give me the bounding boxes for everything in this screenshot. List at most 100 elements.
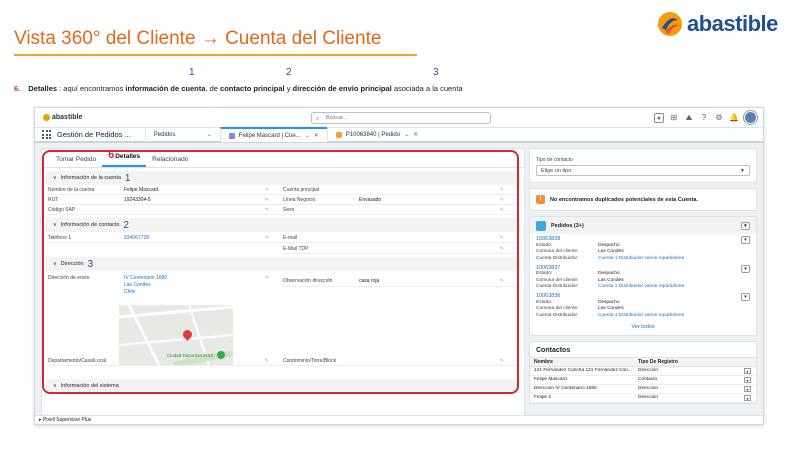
nav-tab-label: Pedidos: [153, 131, 176, 138]
orders-icon: [536, 220, 546, 231]
contact-name[interactable]: 121 Fernández Concha 121 Fernández Con..…: [530, 368, 634, 373]
distributor-link[interactable]: Cuenta 1 Distribuidor varios repartidore…: [598, 284, 684, 289]
right-sidebar: Tipo de contacto Elige un tipo ▼ ! No enco…: [529, 148, 757, 409]
table-row: Felipe Mascard Contacto ▾: [530, 376, 756, 385]
field-label: Cuenta Distribuidor:: [536, 284, 579, 290]
contact-type: Direccion: [638, 386, 658, 391]
field-label: Estado:: [536, 271, 553, 277]
chevron-down-icon[interactable]: ▾: [744, 394, 751, 401]
chevron-down-icon[interactable]: ⌄: [207, 131, 212, 138]
top-bar: abastible ⌕ Buscar... ★ ⊞ ⛰ ? ⚙ 🔔: [35, 108, 763, 128]
nav-bar: Gestión de Pedidos ... Pedidos ⌄ Felipe M…: [35, 127, 763, 143]
order-status: Despacho: [598, 271, 620, 277]
list-item: 10063836 Estado: Despacho Comuna del clie…: [530, 291, 756, 320]
nav-tab-label: P10063840 | Pedido: [345, 131, 401, 138]
list-item: 10063837 Estado: Despacho Comuna del clie…: [530, 263, 756, 292]
app-brand[interactable]: abastible: [43, 114, 82, 121]
field-label: Cuenta Distribuidor:: [536, 255, 579, 261]
chevron-down-icon[interactable]: ▾: [741, 236, 750, 244]
contactos-card: Contactos Nombre Tipo De Registro 121 Fe…: [529, 340, 757, 404]
logo-text: abastible: [687, 11, 778, 36]
field-label: Comuna del cliente:: [536, 306, 579, 312]
slide-title: Vista 360° del Cliente → Cuenta del Clie…: [14, 28, 382, 49]
warning-icon: !: [536, 195, 545, 204]
order-status: Despacho: [598, 299, 620, 305]
contact-type: Contacto: [638, 377, 658, 382]
distributor-link[interactable]: Cuenta 1 Distribuidor varios repartidore…: [598, 313, 684, 318]
desc-detalles: Detalles: [28, 84, 58, 93]
slide-description: 6. Detalles : aquí encontramos informació…: [14, 84, 463, 93]
utility-label[interactable]: Pixell Supervisor Plus: [43, 417, 91, 423]
gear-icon[interactable]: ⚙: [714, 113, 724, 123]
duplicates-card: ! No encontramos duplicados potenciales d…: [529, 188, 757, 211]
nav-tab-order[interactable]: P10063840 | Pedido ⌄ ✕: [326, 127, 426, 142]
favorites-icon[interactable]: ★: [654, 112, 664, 123]
title-underline: [14, 54, 417, 56]
chevron-down-icon[interactable]: ▾: [744, 376, 751, 383]
toolbar-icons: ★ ⊞ ⛰ ? ⚙ 🔔: [654, 111, 757, 124]
chevron-down-icon[interactable]: ▾: [741, 293, 750, 301]
utility-bar: ▸ Pixell Supervisor Plus: [35, 415, 763, 424]
desc-text: : aquí encontramos: [57, 84, 126, 93]
table-row: 121 Fernández Concha 121 Fernández Con..…: [530, 367, 756, 376]
order-icon: [335, 131, 342, 138]
desc-text: asociada a la cuenta: [391, 84, 463, 93]
bell-icon[interactable]: 🔔: [729, 113, 739, 123]
chevron-down-icon[interactable]: ⌄: [404, 131, 409, 138]
abastible-logo: abastible: [656, 10, 778, 38]
brand-text: abastible: [52, 114, 83, 121]
column-header[interactable]: Tipo De Registro: [634, 359, 738, 365]
duplicates-message: No encontramos duplicados potenciales de…: [550, 196, 698, 203]
field-label: Comuna del cliente:: [536, 249, 579, 255]
global-search-input[interactable]: ⌕ Buscar...: [311, 112, 491, 124]
desc-info-cuenta: información de cuenta: [125, 84, 206, 93]
pedidos-header: Pedidos (3+) ▾: [530, 217, 756, 234]
pedidos-title[interactable]: Pedidos (3+): [551, 223, 584, 229]
help-icon[interactable]: ?: [699, 113, 709, 123]
field-label: Tipo de contacto: [536, 157, 573, 163]
app-launcher-icon[interactable]: [42, 130, 51, 139]
nav-tab-account[interactable]: Felipe Mascard | Cue... ⌄ ✕: [219, 127, 327, 142]
list-item: 10063838 Estado: Despacho Comuna del clie…: [530, 234, 756, 263]
desc-contacto: contacto principal: [220, 84, 285, 93]
select-value: Elige un tipo: [541, 168, 572, 174]
app-name: Gestión de Pedidos ...: [57, 130, 131, 139]
tipo-contacto-select[interactable]: Elige un tipo ▼: [536, 165, 750, 176]
desc-number: 6.: [14, 84, 21, 93]
close-icon[interactable]: ✕: [314, 132, 319, 139]
avatar[interactable]: [744, 111, 757, 124]
pedidos-card: Pedidos (3+) ▾ 10063838 Estado: Despacho C…: [529, 216, 757, 336]
nav-tab-pedidos[interactable]: Pedidos ⌄: [144, 127, 220, 142]
see-all-link[interactable]: Ver todos: [530, 320, 756, 335]
trailhead-icon[interactable]: ⛰: [684, 113, 694, 123]
chevron-down-icon[interactable]: ▾: [744, 385, 751, 392]
field-label: Cuenta Distribuidor:: [536, 312, 579, 318]
contactos-table-header: Nombre Tipo De Registro: [530, 356, 756, 367]
desc-text: , de: [205, 84, 221, 93]
column-header[interactable]: Nombre: [530, 359, 634, 365]
marker-3: 3: [433, 67, 439, 78]
chevron-down-icon[interactable]: ▾: [741, 264, 750, 273]
contact-type: Direccion: [638, 368, 658, 373]
add-icon[interactable]: ⊞: [669, 113, 679, 123]
chevron-down-icon: ▼: [740, 168, 745, 174]
table-row: Dirección IV Centenario 1680 Direccion ▾: [530, 385, 756, 394]
desc-direccion: dirección de envío principal: [292, 84, 392, 93]
field-label: Estado:: [536, 299, 553, 305]
contact-name[interactable]: Dirección IV Centenario 1680: [530, 386, 634, 391]
distributor-link[interactable]: Cuenta 1 Distribuidor varios repartidore…: [598, 256, 684, 261]
contact-name[interactable]: Felipe Mascard: [530, 377, 634, 382]
order-comuna: Las Condes: [598, 306, 624, 312]
contact-name[interactable]: Felipe 2: [530, 395, 634, 400]
chevron-down-icon[interactable]: ⌄: [305, 132, 310, 139]
chevron-down-icon[interactable]: ▾: [741, 222, 750, 230]
order-comuna: Las Condes: [598, 277, 624, 283]
desc-text: y: [284, 84, 293, 93]
table-row: Felipe 2 Direccion ▾: [530, 394, 756, 403]
tipo-contacto-card: Tipo de contacto Elige un tipo ▼: [529, 148, 757, 183]
account-icon: [228, 132, 235, 139]
chevron-down-icon[interactable]: ▾: [744, 367, 751, 374]
close-icon[interactable]: ✕: [413, 131, 418, 138]
search-icon: ⌕: [316, 116, 320, 122]
contact-type: Direccion: [638, 395, 658, 400]
